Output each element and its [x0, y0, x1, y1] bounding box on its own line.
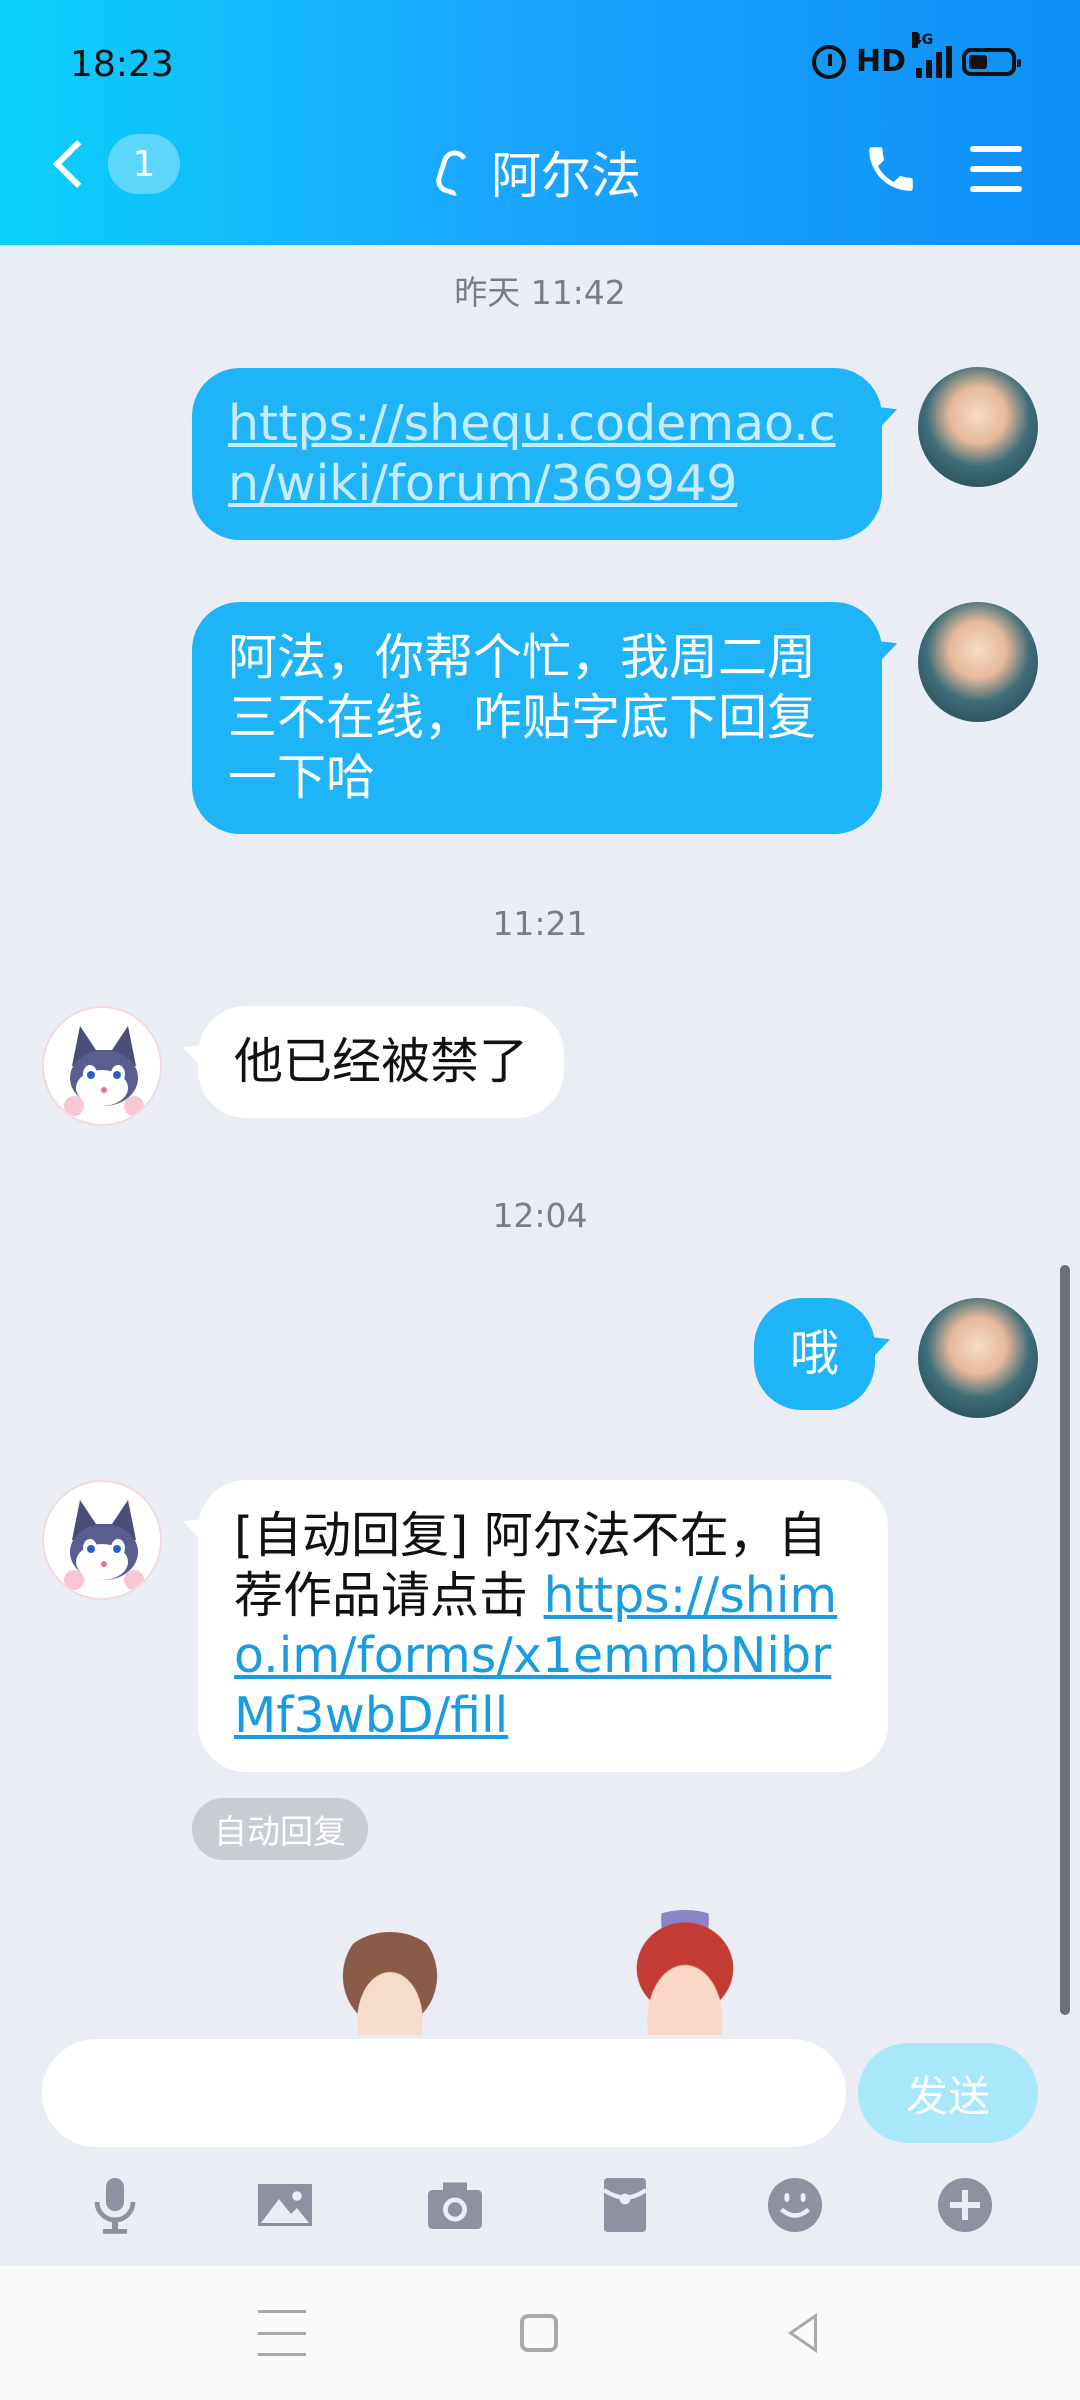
emoji-icon[interactable]: [759, 2169, 831, 2241]
scrollbar[interactable]: [1060, 1265, 1070, 2015]
microphone-icon[interactable]: [79, 2169, 151, 2241]
signal-icon: 4G: [912, 31, 952, 78]
message-text: 他已经被禁了: [234, 1033, 529, 1090]
alarm-icon: [811, 44, 846, 79]
avatar[interactable]: [918, 367, 1038, 487]
network-type: 4G: [912, 31, 934, 48]
home-icon[interactable]: [520, 2314, 558, 2352]
back-triangle-icon[interactable]: [780, 2310, 828, 2356]
cat-avatar-icon: [46, 1484, 160, 1598]
message-text: 哦: [790, 1325, 840, 1382]
timestamp: 11:21: [492, 904, 588, 943]
chat-toolbar: [0, 2160, 1080, 2250]
battery-icon: [962, 47, 1021, 76]
menu-icon[interactable]: [970, 146, 1022, 192]
message-text: 阿法，你帮个忙，我周二周三不在线，咋贴字底下回复一下哈: [228, 629, 817, 806]
hd-label: HD: [855, 44, 906, 79]
message-bubble-in[interactable]: 他已经被禁了: [198, 1006, 565, 1118]
sticker-boy[interactable]: [330, 1932, 450, 2042]
message-bubble-out[interactable]: 阿法，你帮个忙，我周二周三不在线，咋贴字底下回复一下哈: [192, 602, 882, 834]
auto-reply-tag: 自动回复: [192, 1798, 368, 1860]
chat-title: 阿尔法: [491, 147, 641, 205]
phone-icon[interactable]: [862, 140, 920, 198]
timestamp: 昨天 11:42: [454, 273, 626, 312]
camera-icon[interactable]: [419, 2169, 491, 2241]
sticker-girl[interactable]: [610, 1910, 760, 2040]
timestamp: 12:04: [492, 1196, 588, 1235]
ear-icon: [432, 147, 472, 197]
plus-icon[interactable]: [929, 2169, 1001, 2241]
message-bubble-out[interactable]: 哦: [754, 1298, 876, 1410]
avatar[interactable]: [42, 1006, 162, 1126]
status-icons: HD 4G: [811, 31, 1021, 79]
image-icon[interactable]: [249, 2169, 321, 2241]
red-packet-icon[interactable]: [589, 2169, 661, 2241]
message-input[interactable]: [42, 2039, 846, 2147]
recent-apps-icon[interactable]: [258, 2310, 306, 2356]
status-time: 18:23: [70, 44, 174, 85]
avatar[interactable]: [918, 602, 1038, 722]
cat-avatar-icon: [46, 1010, 160, 1124]
avatar[interactable]: [918, 1298, 1038, 1418]
message-link[interactable]: https://shequ.codemao.cn/wiki/forum/3699…: [228, 395, 836, 512]
message-bubble-out[interactable]: https://shequ.codemao.cn/wiki/forum/3699…: [192, 368, 882, 540]
system-navbar: [0, 2266, 1080, 2400]
chat-header: 18:23 HD 4G 1 阿尔法: [0, 0, 1080, 245]
send-button[interactable]: 发送: [858, 2043, 1038, 2143]
avatar[interactable]: [42, 1480, 162, 1600]
message-bubble-in[interactable]: [自动回复] 阿尔法不在，自荐作品请点击 https://shimo.im/fo…: [198, 1480, 888, 1772]
